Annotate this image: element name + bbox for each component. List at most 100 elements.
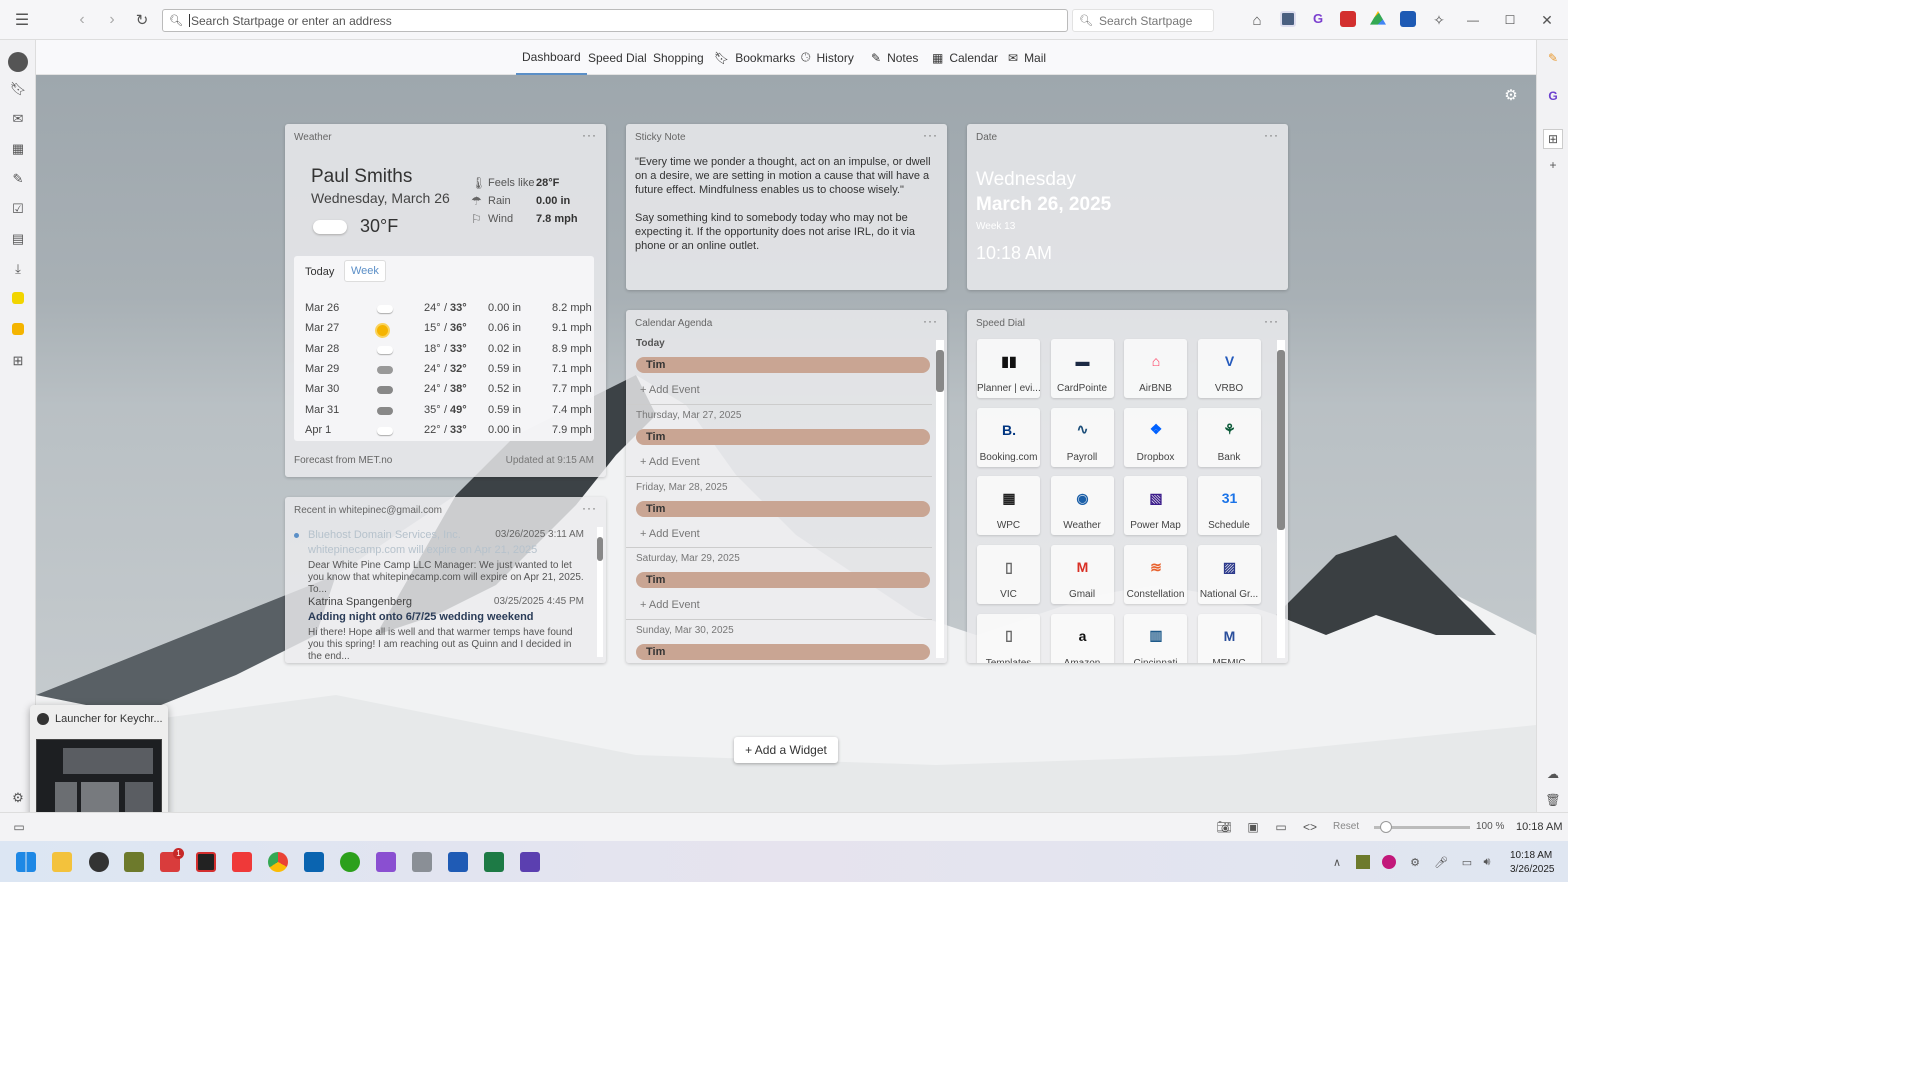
extensions-icon[interactable]: ✧ (1431, 12, 1447, 28)
tab-grid-icon[interactable]: ⊞ (1543, 129, 1563, 149)
tab-history[interactable]: 🕓︎ History (801, 40, 854, 75)
home-icon[interactable]: ⌂ (1249, 12, 1265, 29)
speed-dial-tile[interactable]: ❖ Dropbox (1124, 407, 1187, 467)
speed-dial-tile[interactable]: ◉ Weather (1050, 476, 1114, 536)
tab-dashboard[interactable]: Dashboard (516, 40, 587, 75)
tray-app-icon[interactable] (1356, 855, 1370, 869)
back-icon[interactable]: ‹ (74, 11, 90, 29)
search-field[interactable]: 🔍︎ Search Startpage (1072, 9, 1214, 32)
tasks-icon[interactable]: ☑ (10, 201, 26, 217)
zoom-reset[interactable]: Reset (1333, 821, 1359, 832)
chrome-icon[interactable] (268, 852, 288, 872)
tray-settings-icon[interactable]: ⚙ (1408, 855, 1422, 869)
microphone-icon[interactable]: 🎤︎ (1434, 855, 1448, 869)
tray-color-icon[interactable] (1382, 855, 1396, 869)
speed-dial-tile[interactable]: a Amazon (1050, 613, 1114, 663)
mail-item[interactable]: Bluehost Domain Services, Inc. 03/26/202… (294, 526, 594, 595)
more-icon[interactable]: ··· (923, 128, 938, 142)
calendar-scrollbar[interactable] (936, 340, 944, 658)
calendar-icon[interactable]: ▦ (10, 141, 26, 157)
speed-dial-tile[interactable]: ▬ CardPointe (1050, 339, 1114, 398)
app-red-icon[interactable]: 1 (160, 848, 184, 872)
speed-dial-tile[interactable]: ▧ Power Map (1124, 476, 1187, 536)
image-icon[interactable]: ▣ (1245, 820, 1261, 834)
calendar-event[interactable]: Tim (636, 357, 930, 373)
settings-icon[interactable]: ⚙ (10, 790, 26, 806)
profile-avatar-icon[interactable] (8, 52, 28, 72)
printer-icon[interactable] (412, 852, 432, 872)
outlook-icon[interactable] (304, 852, 324, 872)
maximize-icon[interactable]: ☐ (1502, 12, 1518, 28)
page-tiling-icon[interactable]: ▭ (1273, 820, 1289, 834)
speed-dial-tile[interactable]: ▮▮ Planner | evi... (977, 339, 1040, 398)
taskbar-time[interactable]: 10:18 AM (1510, 850, 1552, 861)
tab-notes[interactable]: ✎ Notes (871, 40, 918, 75)
tab-bookmarks[interactable]: 🔖︎ Bookmarks (714, 40, 795, 75)
mail-item[interactable]: Katrina Spangenberg 03/25/2025 4:45 PM A… (294, 593, 594, 662)
notes-panel-icon[interactable]: ✎ (1545, 50, 1561, 66)
excel-icon[interactable] (484, 852, 504, 872)
speed-dial-tile[interactable]: ⌂ AirBNB (1124, 339, 1187, 398)
minimize-icon[interactable]: — (1465, 12, 1481, 28)
tab-calendar[interactable]: ▦ Calendar (932, 40, 998, 75)
add-event-button[interactable]: + Add Event (640, 384, 700, 396)
sticky-text-2[interactable]: Say something kind to somebody today who… (635, 211, 935, 253)
close-icon[interactable]: ✕ (1539, 12, 1555, 28)
keychron-launcher-icon[interactable] (89, 852, 109, 872)
extension-grammarly-icon[interactable]: G (1310, 11, 1326, 27)
add-web-panel-icon[interactable]: + (1545, 157, 1561, 173)
volume-icon[interactable]: 🔊︎ (1480, 855, 1494, 869)
speed-dial-tile[interactable]: ▯ VIC (977, 545, 1040, 605)
extension-blue-icon[interactable] (1400, 11, 1416, 27)
app-dark-icon[interactable] (196, 852, 216, 872)
app-purple-icon[interactable] (520, 852, 540, 872)
grammarly-panel-icon[interactable]: G (1545, 88, 1561, 104)
speed-dial-tile[interactable]: B. Booking.com (977, 407, 1040, 467)
reload-icon[interactable]: ↻ (134, 11, 150, 29)
reading-list-icon[interactable]: ▤ (10, 231, 26, 247)
capture-icon[interactable]: 📷︎ (1216, 820, 1232, 834)
cloud-icon[interactable]: ☁ (1545, 766, 1561, 782)
notes-icon[interactable]: ✎ (10, 171, 26, 187)
tray-chevron-icon[interactable]: ∧ (1330, 855, 1344, 869)
page-actions-icon[interactable]: <> (1302, 820, 1318, 834)
extension-calendar-icon[interactable] (1280, 11, 1296, 27)
tab-today[interactable]: Today (305, 266, 334, 278)
calendar-event[interactable]: Tim (636, 643, 930, 660)
panel-yellow-icon[interactable] (12, 292, 24, 304)
file-explorer-icon[interactable] (52, 852, 72, 872)
bookmarks-icon[interactable]: 🔖︎ (10, 81, 27, 97)
add-event-button[interactable]: + Add Event (640, 528, 700, 540)
speed-dial-tile[interactable]: 31 Schedule (1197, 476, 1261, 536)
calendar-event[interactable]: Tim (636, 500, 930, 517)
snipping-tool-icon[interactable] (376, 852, 396, 872)
add-event-button[interactable]: + Add Event (640, 599, 700, 611)
tab-mail[interactable]: ✉ Mail (1008, 40, 1046, 75)
mail-scrollbar[interactable] (597, 527, 603, 657)
quickbooks-icon[interactable] (340, 852, 360, 872)
speed-dial-tile[interactable]: ▨ National Gr... (1197, 545, 1261, 605)
vivaldi-icon[interactable] (232, 852, 252, 872)
calendar-event[interactable]: Tim (636, 572, 930, 588)
mail-icon[interactable]: ✉ (10, 111, 26, 127)
dashboard-settings-icon[interactable]: ⚙ (1503, 87, 1519, 104)
speed-dial-tile[interactable]: ▦ WPC (977, 476, 1040, 536)
address-bar[interactable]: 🔍︎ Search Startpage or enter an address (162, 9, 1068, 32)
speed-dial-tile[interactable]: ≋ Constellation (1124, 545, 1187, 605)
more-icon[interactable]: ··· (582, 501, 597, 515)
speed-dial-tile[interactable]: ∿ Payroll (1050, 407, 1114, 467)
speed-dial-tile[interactable]: M Gmail (1050, 545, 1114, 605)
trash-icon[interactable]: 🗑︎ (1545, 792, 1561, 808)
more-icon[interactable]: ··· (1264, 314, 1279, 328)
speed-dial-tile[interactable]: ⚘ Bank (1197, 407, 1261, 467)
tab-week[interactable]: Week (344, 260, 386, 282)
sticky-text-1[interactable]: "Every time we ponder a thought, act on … (635, 155, 935, 197)
network-icon[interactable]: ▭ (1460, 855, 1474, 869)
add-panel-icon[interactable]: ⊞ (10, 353, 26, 369)
speed-dial-tile[interactable]: ▥ Cincinnati (1124, 613, 1187, 663)
downloads-icon[interactable]: ⤓ (10, 261, 26, 277)
more-icon[interactable]: ··· (582, 128, 597, 142)
speed-dial-tile[interactable]: V VRBO (1197, 339, 1261, 398)
google-drive-icon[interactable] (1370, 11, 1386, 25)
speed-dial-scrollbar[interactable] (1277, 340, 1285, 658)
